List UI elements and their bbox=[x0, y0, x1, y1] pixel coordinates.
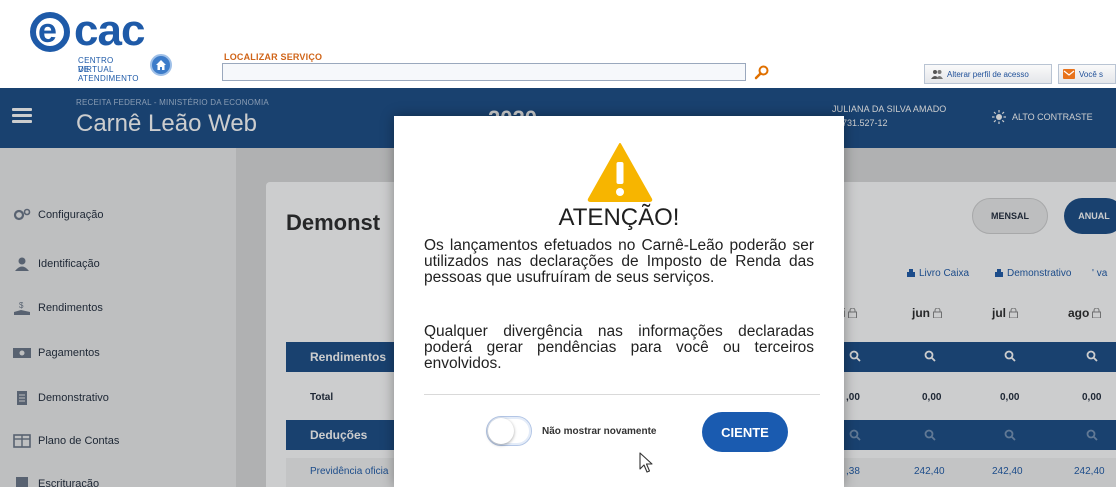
home-button[interactable] bbox=[150, 54, 172, 76]
ecac-logo-subtitle-2: DE ATENDIMENTO bbox=[78, 65, 139, 83]
search-icon[interactable] bbox=[754, 64, 770, 80]
search-label: LOCALIZAR SERVIÇO bbox=[224, 52, 323, 62]
modal-paragraph-1: Os lançamentos efetuados no Carnê-Leão p… bbox=[424, 237, 814, 286]
ecac-logo-e: e bbox=[38, 12, 57, 50]
dont-show-again-label[interactable]: Não mostrar novamente bbox=[542, 426, 656, 437]
home-icon bbox=[156, 60, 166, 70]
modal-title: ATENÇÃO! bbox=[558, 204, 680, 231]
mouse-cursor-icon bbox=[639, 452, 653, 473]
search-input[interactable] bbox=[222, 63, 746, 81]
voce-label: Você s bbox=[1079, 69, 1104, 79]
envelope-icon bbox=[1063, 69, 1075, 79]
voce-button[interactable]: Você s bbox=[1058, 64, 1116, 84]
dont-show-again-toggle[interactable] bbox=[486, 416, 532, 446]
alter-profile-button[interactable]: Alterar perfil de acesso bbox=[924, 64, 1052, 84]
alter-profile-label: Alterar perfil de acesso bbox=[947, 69, 1029, 79]
modal-divider bbox=[424, 394, 820, 395]
ciente-button[interactable]: CIENTE bbox=[702, 412, 788, 452]
warning-icon bbox=[587, 143, 653, 202]
ecac-logo-text: cac bbox=[74, 6, 145, 55]
attention-modal: ATENÇÃO! Os lançamentos efetuados no Car… bbox=[394, 116, 844, 487]
modal-paragraph-2: Qualquer divergência nas informações dec… bbox=[424, 323, 814, 372]
toggle-knob bbox=[488, 418, 514, 444]
users-icon bbox=[931, 70, 943, 79]
service-search: LOCALIZAR SERVIÇO bbox=[222, 52, 769, 84]
ecac-top-bar: e cac CENTRO VIRTUAL DE ATENDIMENTO LOCA… bbox=[0, 0, 1116, 86]
ecac-logo[interactable]: e cac CENTRO VIRTUAL DE ATENDIMENTO bbox=[30, 6, 150, 83]
